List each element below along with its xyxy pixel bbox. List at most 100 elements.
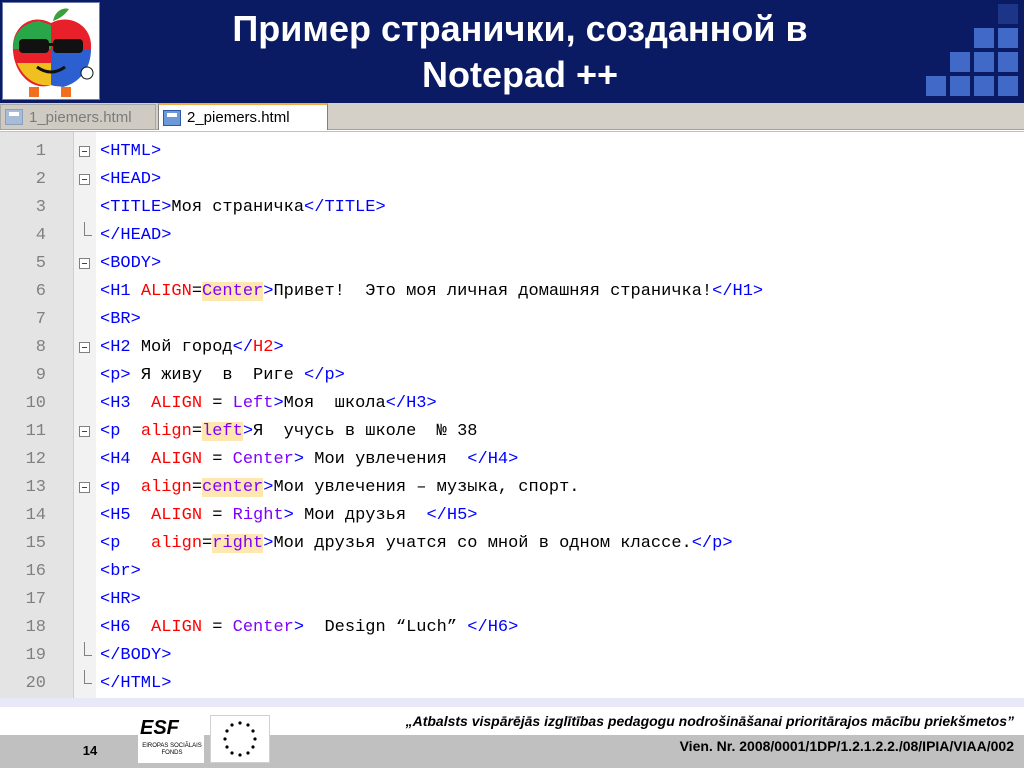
code-line[interactable]: 4 </HEAD> [0, 222, 1024, 250]
line-number: 10 [25, 394, 46, 413]
code-token: = [202, 450, 233, 469]
fold-open-icon[interactable] [79, 342, 90, 353]
code-token: Мои друзья учатся со мной в одном классе… [273, 534, 692, 553]
code-token: Моя страничка [171, 198, 305, 217]
code-token: <H6 [100, 618, 152, 637]
tab-2-piemers[interactable]: 2_piemers.html [158, 103, 328, 130]
line-number: 2 [35, 170, 46, 189]
slide-title-line1: Пример странички, созданной в [232, 8, 808, 49]
code-token: > [263, 282, 274, 301]
code-token: </H3> [385, 394, 437, 413]
code-text: <p align=right>Мои друзья учатся со мной… [100, 530, 733, 558]
code-token: = [202, 618, 233, 637]
code-line[interactable]: 8 <H2 Мой город</H2> [0, 334, 1024, 362]
code-token: = [202, 506, 233, 525]
code-token: </p> [691, 534, 733, 553]
code-token: align [151, 534, 203, 553]
code-token: <p> [100, 366, 141, 385]
code-line[interactable]: 2 <HEAD> [0, 166, 1024, 194]
code-token: </ [232, 338, 254, 357]
code-line[interactable]: 6 <H1 ALIGN=Center>Привет! Это моя личная… [0, 278, 1024, 306]
code-token: Right [232, 506, 284, 525]
code-token: </HEAD> [100, 226, 172, 245]
code-line[interactable]: 11 <p align=left>Я учусь в школе № 38 [0, 418, 1024, 446]
code-text: <HEAD> [100, 166, 161, 194]
fold-open-icon[interactable] [79, 426, 90, 437]
code-token: Left [232, 394, 274, 413]
line-number: 6 [35, 282, 46, 301]
fold-open-icon[interactable] [79, 258, 90, 269]
code-token: H2 [253, 338, 274, 357]
code-line[interactable]: 12 <H4 ALIGN = Center> Мои увлечения </H4… [0, 446, 1024, 474]
fold-open-icon[interactable] [79, 146, 90, 157]
code-token: <H4 [100, 450, 152, 469]
code-token: <H3 [100, 394, 152, 413]
code-token: Design “Luch” [324, 618, 468, 637]
code-token: > [263, 534, 274, 553]
code-line[interactable]: 14 <H5 ALIGN = Right> Мои друзья </H5> [0, 502, 1024, 530]
tab-label: 2_piemers.html [187, 109, 290, 126]
eu-flag [210, 715, 270, 763]
code-token: Center [202, 282, 264, 301]
file-tab-bar: 1_piemers.html 2_piemers.html [0, 103, 1024, 130]
code-token: Я живу в Риге [140, 366, 305, 385]
fold-open-icon[interactable] [79, 482, 90, 493]
code-line[interactable]: 19 </BODY> [0, 642, 1024, 670]
code-token: <H1 [100, 282, 141, 301]
code-token: <br> [100, 562, 141, 581]
code-token: Я учусь в школе № 38 [253, 422, 478, 441]
fold-open-icon[interactable] [79, 174, 90, 185]
code-token: </p> [304, 366, 345, 385]
line-number: 12 [25, 450, 46, 469]
code-token: </BODY> [100, 646, 172, 665]
code-token: = [202, 394, 233, 413]
line-number: 1 [35, 142, 46, 161]
line-number: 5 [35, 254, 46, 273]
code-line[interactable]: 17 <HR> [0, 586, 1024, 614]
code-line[interactable]: 3 <TITLE>Моя страничка</TITLE> [0, 194, 1024, 222]
code-line[interactable]: 20 </HTML> [0, 670, 1024, 698]
code-line[interactable]: 15 <p align=right>Мои друзья учатся со мн… [0, 530, 1024, 558]
code-text: <H3 ALIGN = Left>Моя школа</H3> [100, 390, 437, 418]
code-text: <p> Я живу в Риге </p> [100, 362, 345, 390]
line-number: 13 [25, 478, 46, 497]
code-token: ALIGN [151, 394, 203, 413]
code-line[interactable]: 7 <BR> [0, 306, 1024, 334]
code-token: </TITLE> [304, 198, 386, 217]
code-token: </H4> [467, 450, 519, 469]
code-token: </H1> [712, 282, 764, 301]
code-text: <p align=left>Я учусь в школе № 38 [100, 418, 477, 446]
code-token: </H5> [426, 506, 478, 525]
code-token: ALIGN [151, 450, 203, 469]
line-number: 16 [25, 562, 46, 581]
line-number: 20 [25, 674, 46, 693]
code-token: </H6> [467, 618, 519, 637]
code-line[interactable]: 10 <H3 ALIGN = Left>Моя школа</H3> [0, 390, 1024, 418]
code-token: center [202, 478, 264, 497]
code-token: align [140, 478, 192, 497]
code-line[interactable]: 1 <HTML> [0, 138, 1024, 166]
code-line[interactable]: 5 <BODY> [0, 250, 1024, 278]
code-token: <H5 [100, 506, 152, 525]
code-line[interactable]: 16 <br> [0, 558, 1024, 586]
code-token: > [273, 394, 284, 413]
code-token: Мой город [140, 338, 233, 357]
fold-end-icon [84, 670, 92, 684]
code-text: </HEAD> [100, 222, 171, 250]
code-line[interactable]: 9 <p> Я живу в Риге </p> [0, 362, 1024, 390]
code-line[interactable]: 13 <p align=center>Мои увлечения – музыка… [0, 474, 1024, 502]
line-number: 7 [35, 310, 46, 329]
code-editor[interactable]: 1 <HTML> 2 <HEAD> 3 <TITLE>Моя страничка</TIT… [0, 131, 1024, 708]
footer-project-title: „Atbalsts vispārējās izglītības pedagogu… [405, 713, 1014, 729]
code-text: <HR> [100, 586, 141, 614]
code-text: <p align=center>Мои увлечения – музыка, … [100, 474, 580, 502]
fold-end-icon [84, 642, 92, 656]
disk-icon [163, 109, 181, 126]
code-token: > [273, 338, 284, 357]
code-token: Center [232, 450, 294, 469]
tab-1-piemers[interactable]: 1_piemers.html [0, 104, 156, 129]
code-token: <H2 [100, 338, 141, 357]
code-token: <p [100, 422, 141, 441]
line-number: 14 [25, 506, 46, 525]
code-line[interactable]: 18 <H6 ALIGN = Center> Design “Luch” </H6… [0, 614, 1024, 642]
